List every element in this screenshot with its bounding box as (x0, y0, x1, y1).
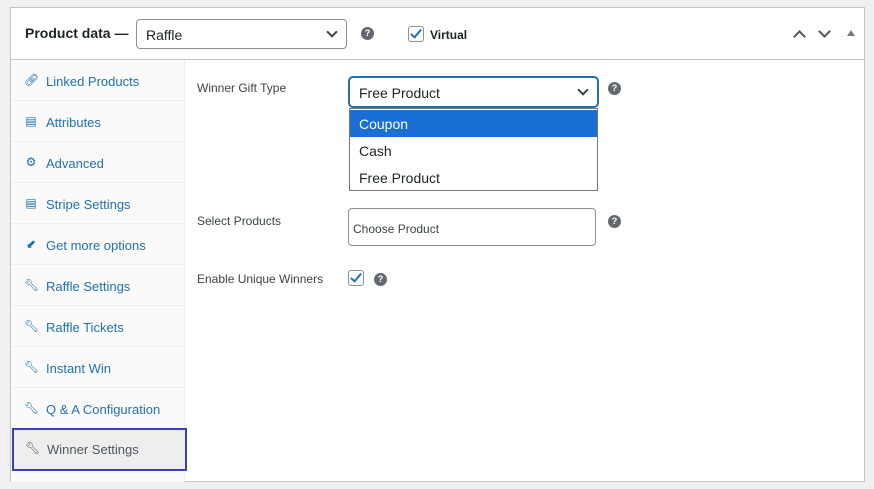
help-icon[interactable]: ? (608, 82, 621, 95)
move-up-icon[interactable] (793, 30, 806, 43)
tab-label: Q & A Configuration (46, 402, 161, 417)
wrench-icon: 🔧︎ (24, 278, 40, 292)
tab-label: Raffle Settings (46, 279, 131, 294)
product-data-tabs: 🔗︎ Linked Products ▤ Attributes ⚙ Advanc… (11, 60, 187, 482)
product-search-input[interactable]: Choose Product (348, 208, 596, 246)
help-icon[interactable]: ? (608, 215, 621, 228)
product-search-placeholder: Choose Product (353, 222, 440, 236)
tab-label: Raffle Tickets (46, 320, 124, 335)
tab-label: Attributes (46, 115, 101, 130)
tab-raffle-settings[interactable]: 🔧︎ Raffle Settings (11, 265, 185, 306)
product-data-panel: Product data — Raffle ? Virtual 🔗︎ Linke… (10, 7, 865, 482)
tab-winner-settings[interactable]: 🔧︎ Winner Settings (12, 428, 187, 471)
virtual-label: Virtual (430, 28, 468, 42)
help-icon[interactable]: ? (374, 273, 387, 286)
tab-label: Winner Settings (47, 442, 139, 457)
option-coupon[interactable]: Coupon (350, 110, 597, 137)
tab-advanced[interactable]: ⚙ Advanced (11, 142, 185, 183)
wrench-icon: 🔧︎ (25, 441, 41, 455)
tab-attributes[interactable]: ▤ Attributes (11, 101, 185, 142)
tab-label: Instant Win (46, 361, 112, 376)
tab-instant-win[interactable]: 🔧︎ Instant Win (11, 347, 185, 388)
list-icon: ▤ (25, 114, 37, 128)
card-icon: ▤ (25, 196, 37, 210)
wrench-icon: 🔧︎ (24, 360, 40, 374)
chevron-down-icon (326, 26, 338, 38)
tab-label: Get more options (46, 238, 146, 253)
tab-label: Stripe Settings (46, 197, 131, 212)
wrench-icon: 🔧︎ (24, 319, 40, 333)
tab-label: Linked Products (46, 74, 140, 89)
winner-gift-type-label: Winner Gift Type (197, 81, 287, 95)
option-free-product[interactable]: Free Product (350, 164, 597, 191)
winner-gift-type-options: Coupon Cash Free Product (349, 108, 598, 191)
help-icon[interactable]: ? (361, 27, 374, 40)
winner-gift-type-value: Free Product (359, 85, 440, 101)
move-down-icon[interactable] (818, 25, 831, 38)
plug-icon: ⬋ (25, 237, 37, 251)
tab-stripe-settings[interactable]: ▤ Stripe Settings (11, 183, 185, 224)
virtual-checkbox[interactable] (408, 26, 424, 42)
tab-raffle-tickets[interactable]: 🔧︎ Raffle Tickets (11, 306, 185, 347)
winner-gift-type-select[interactable]: Free Product (349, 77, 598, 107)
panel-title: Product data — (25, 25, 129, 41)
link-icon: 🔗︎ (24, 73, 40, 87)
unique-winners-label: Enable Unique Winners (197, 272, 324, 286)
panel-header: Product data — Raffle ? Virtual (11, 8, 864, 60)
tab-label: Advanced (46, 156, 104, 171)
toggle-panel-icon[interactable] (847, 30, 855, 36)
chevron-down-icon (577, 84, 589, 96)
select-products-label: Select Products (197, 214, 282, 228)
tab-linked-products[interactable]: 🔗︎ Linked Products (11, 60, 185, 101)
gear-icon: ⚙ (25, 155, 37, 169)
checkmark-icon (350, 270, 362, 283)
wrench-icon: 🔧︎ (24, 401, 40, 415)
unique-winners-checkbox[interactable] (348, 270, 364, 286)
checkmark-icon (410, 26, 422, 39)
tab-qa-configuration[interactable]: 🔧︎ Q & A Configuration (11, 388, 185, 429)
product-type-value: Raffle (146, 27, 183, 43)
option-cash[interactable]: Cash (350, 137, 597, 164)
tab-get-more-options[interactable]: ⬋ Get more options (11, 224, 185, 265)
product-type-select[interactable]: Raffle (136, 19, 347, 49)
